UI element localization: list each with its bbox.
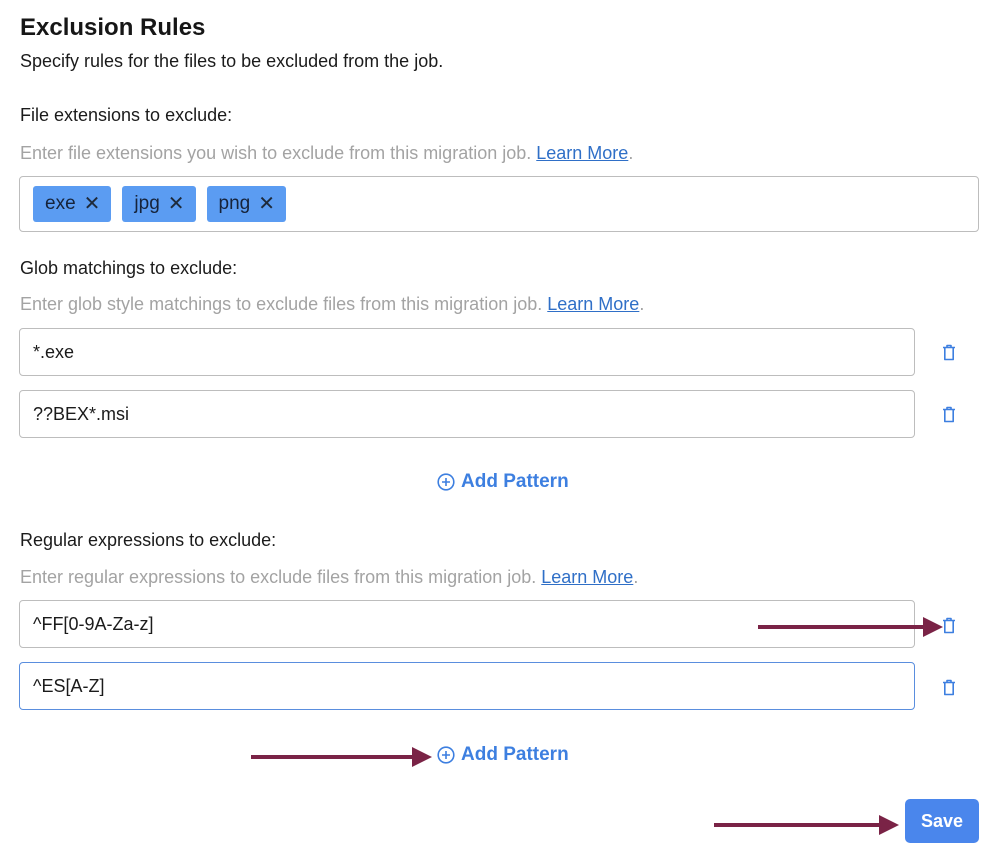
trash-icon [943, 344, 955, 360]
glob-hint-text: Enter glob style matchings to exclude fi… [20, 294, 543, 314]
extensions-learn-more-link[interactable]: Learn More [536, 143, 628, 163]
glob-learn-more-link[interactable]: Learn More [547, 294, 639, 314]
regex-label: Regular expressions to exclude: [20, 530, 277, 550]
delete-glob-pattern-button[interactable] [939, 341, 959, 363]
add-regex-pattern-button[interactable]: Add Pattern [437, 744, 569, 766]
trash-icon [943, 679, 955, 695]
glob-pattern-input[interactable]: *.exe [19, 328, 915, 376]
delete-regex-pattern-button[interactable] [939, 676, 959, 698]
extensions-hint-period: . [628, 143, 634, 163]
page-title: Exclusion Rules [20, 14, 206, 41]
extensions-hint-text: Enter file extensions you wish to exclud… [20, 143, 532, 163]
tag-jpg: jpg ✕ [122, 186, 196, 222]
arrow-icon [758, 617, 943, 637]
delete-glob-pattern-button[interactable] [939, 403, 959, 425]
tag-label: jpg [134, 193, 160, 214]
arrow-icon [714, 815, 899, 835]
remove-tag-icon[interactable]: ✕ [258, 194, 275, 214]
regex-pattern-input[interactable]: ^ES[A-Z] [19, 662, 915, 710]
tag-png: png ✕ [206, 186, 286, 222]
regex-hint: Enter regular expressions to exclude fil… [20, 567, 638, 588]
regex-hint-period: . [633, 567, 639, 587]
regex-learn-more-link[interactable]: Learn More [541, 567, 633, 587]
arrow-icon [251, 747, 432, 767]
tag-label: png [218, 193, 251, 214]
remove-tag-icon[interactable]: ✕ [84, 194, 101, 214]
add-glob-pattern-button[interactable]: Add Pattern [437, 471, 569, 493]
extensions-label: File extensions to exclude: [20, 105, 233, 125]
trash-icon [943, 406, 955, 422]
regex-hint-text: Enter regular expressions to exclude fil… [20, 567, 537, 587]
tag-exe: exe ✕ [33, 186, 112, 222]
extensions-tag-input[interactable]: exe ✕ jpg ✕ png ✕ [19, 176, 979, 232]
remove-tag-icon[interactable]: ✕ [168, 194, 185, 214]
plus-circle-icon [437, 473, 455, 491]
glob-pattern-input[interactable]: ??BEX*.msi [19, 390, 915, 438]
add-pattern-label: Add Pattern [461, 744, 569, 765]
page-subtitle: Specify rules for the files to be exclud… [20, 51, 444, 71]
extensions-hint: Enter file extensions you wish to exclud… [20, 143, 633, 164]
glob-label: Glob matchings to exclude: [20, 258, 238, 278]
glob-hint-period: . [639, 294, 645, 314]
add-pattern-label: Add Pattern [461, 471, 569, 492]
tag-label: exe [45, 193, 76, 214]
glob-hint: Enter glob style matchings to exclude fi… [20, 294, 644, 315]
save-button[interactable]: Save [905, 799, 979, 843]
plus-circle-icon [437, 746, 455, 764]
